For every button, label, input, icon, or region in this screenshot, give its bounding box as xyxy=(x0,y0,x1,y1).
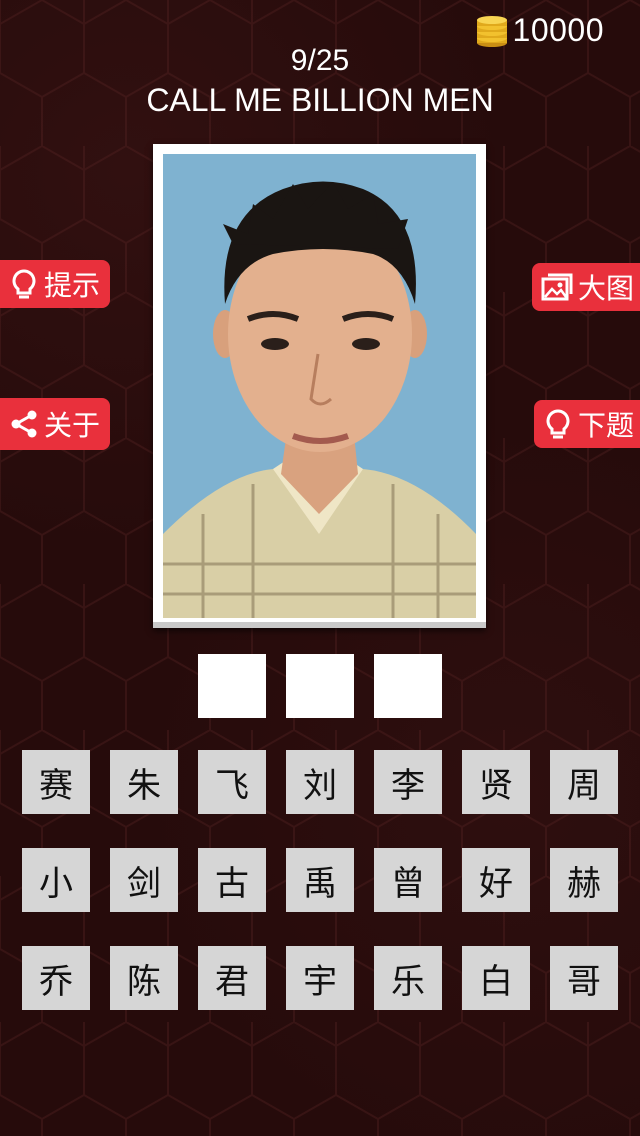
letter-tile[interactable]: 白 xyxy=(462,946,530,1010)
lightbulb-icon xyxy=(12,269,36,299)
next-question-button[interactable]: 下题 xyxy=(533,400,640,448)
letter-tile[interactable]: 好 xyxy=(462,848,530,912)
image-gallery-icon xyxy=(541,273,573,301)
letter-tile[interactable]: 君 xyxy=(198,946,266,1010)
hint-button[interactable]: 提示 xyxy=(0,260,111,308)
letter-tile[interactable]: 乔 xyxy=(22,946,90,1010)
coin-count: 10000 xyxy=(512,11,604,48)
big-image-button[interactable]: 大图 xyxy=(531,263,640,311)
answer-slot-3[interactable] xyxy=(374,654,442,718)
letter-tile[interactable]: 周 xyxy=(550,750,618,814)
letter-tile[interactable]: 赛 xyxy=(22,750,90,814)
letter-tile[interactable]: 赫 xyxy=(550,848,618,912)
portrait-photo xyxy=(163,154,476,618)
hint-button-label: 提示 xyxy=(44,269,101,302)
coin-stack-icon xyxy=(476,16,507,47)
next-question-button-label: 下题 xyxy=(577,409,634,442)
answer-slot-1[interactable] xyxy=(198,654,266,718)
lightbulb-icon xyxy=(546,409,570,439)
letter-tile[interactable]: 哥 xyxy=(550,946,618,1010)
coin-balance: 10000 xyxy=(475,12,604,48)
about-button[interactable]: 关于 xyxy=(0,398,111,450)
answer-slot-2[interactable] xyxy=(286,654,354,718)
letter-tile[interactable]: 剑 xyxy=(110,848,178,912)
big-image-button-label: 大图 xyxy=(577,272,634,305)
letter-tile[interactable]: 禹 xyxy=(286,848,354,912)
puzzle-title: CALL ME BILLION MEN xyxy=(146,82,494,118)
letter-tile[interactable]: 宇 xyxy=(286,946,354,1010)
share-icon xyxy=(11,410,37,438)
letter-tile[interactable]: 飞 xyxy=(198,750,266,814)
photo-frame xyxy=(153,144,486,628)
letter-tile[interactable]: 乐 xyxy=(374,946,442,1010)
letter-tile[interactable]: 古 xyxy=(198,848,266,912)
letter-tile[interactable]: 小 xyxy=(22,848,90,912)
letter-tile[interactable]: 陈 xyxy=(110,946,178,1010)
letter-tile[interactable]: 刘 xyxy=(286,750,354,814)
letter-tile[interactable]: 朱 xyxy=(110,750,178,814)
letter-tile[interactable]: 曾 xyxy=(374,848,442,912)
letter-tile[interactable]: 李 xyxy=(374,750,442,814)
about-button-label: 关于 xyxy=(44,409,101,442)
letter-tile[interactable]: 贤 xyxy=(462,750,530,814)
level-progress: 9/25 xyxy=(290,44,350,77)
